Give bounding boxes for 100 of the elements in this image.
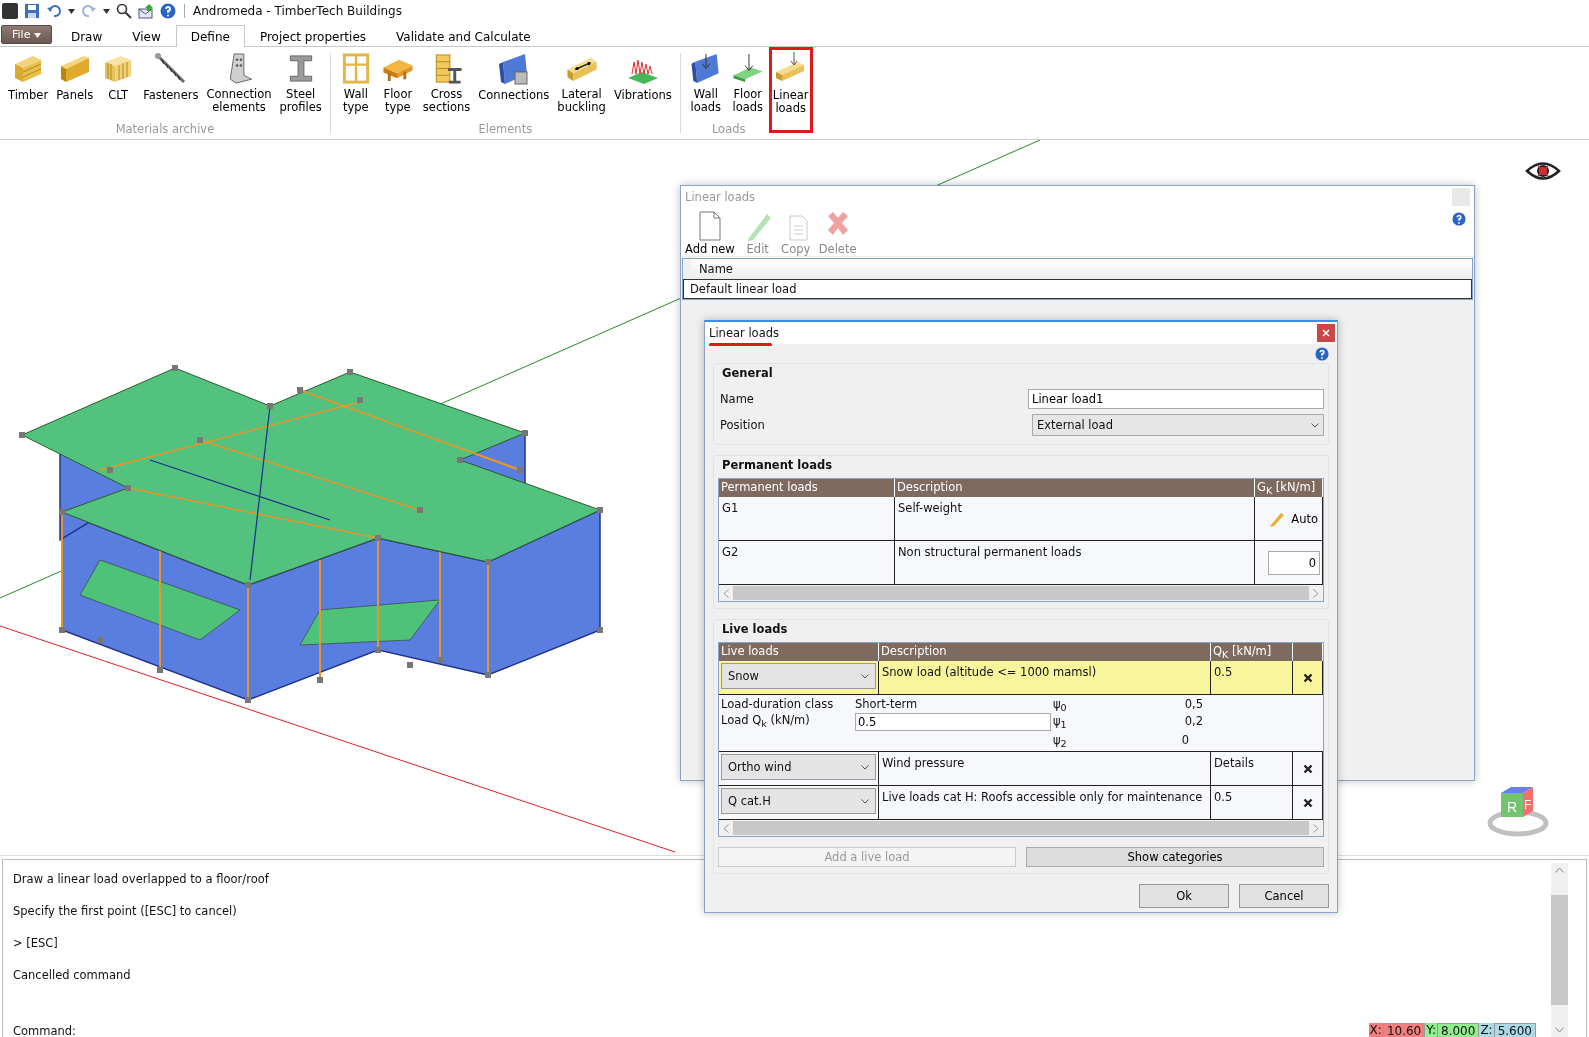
chevron-down-icon xyxy=(861,798,869,804)
command-log-line: > [ESC] xyxy=(13,936,58,952)
name-field[interactable]: Linear load1 xyxy=(1028,389,1324,409)
dropdown-arrow-icon xyxy=(33,33,41,38)
ribbon-button[interactable]: Fasteners xyxy=(139,47,203,117)
ribbon-button[interactable]: Connections xyxy=(474,47,554,117)
cube-face-label: F xyxy=(1524,798,1532,812)
coordinate-label: X: xyxy=(1368,1023,1383,1037)
screw-icon xyxy=(153,52,188,86)
coefficient-label: ψ$_{2}$ xyxy=(1053,733,1067,750)
save-icon[interactable] xyxy=(24,3,40,19)
close-button[interactable] xyxy=(1317,324,1335,342)
close-icon xyxy=(1302,797,1313,808)
ribbon-button[interactable]: Steel profiles xyxy=(275,47,326,117)
table-cell: 0.5 xyxy=(1211,786,1293,820)
table-cell: Non structural permanent loads xyxy=(895,541,1255,585)
ribbon-group-label: Loads xyxy=(711,122,746,138)
undo-icon[interactable] xyxy=(46,3,62,19)
value-field[interactable]: 0 xyxy=(1268,550,1320,575)
export-icon[interactable] xyxy=(138,3,154,19)
dialog-title: Linear loads xyxy=(685,190,755,204)
load-type-dropdown[interactable]: Ortho wind xyxy=(721,754,876,780)
table-cell: G1 xyxy=(719,497,895,541)
ribbon-button[interactable]: Vibrations xyxy=(609,47,676,117)
command-prompt: Command: xyxy=(13,1024,76,1037)
ribbon-button[interactable]: Floor type xyxy=(376,47,419,117)
list-row[interactable]: Default linear load xyxy=(683,279,1472,299)
ribbon-button[interactable]: Lateral buckling xyxy=(553,47,610,117)
ribbon-button[interactable]: Linear loads xyxy=(768,47,813,133)
detail-value: Short-term xyxy=(855,697,919,711)
search-icon[interactable] xyxy=(116,3,132,19)
coefficient-value: 0,5 xyxy=(1184,697,1203,713)
load-field[interactable]: 0.5 xyxy=(855,713,1051,731)
ribbon-button[interactable]: Wall type xyxy=(334,47,377,117)
ribbon-button[interactable]: Cross sections xyxy=(418,47,475,117)
load-type-dropdown[interactable]: Q cat.H xyxy=(721,788,876,814)
close-icon xyxy=(1302,672,1313,683)
column-header: Live loads xyxy=(719,643,879,661)
chevron-down-icon xyxy=(861,673,869,679)
group-title: Permanent loads xyxy=(721,458,833,474)
wall-connection-icon xyxy=(496,52,531,86)
command-log-line: Draw a linear load overlapped to a floor/roof xyxy=(13,872,269,888)
ribbon-button[interactable]: Wall loads xyxy=(684,47,727,117)
ribbon-button[interactable]: CLT xyxy=(97,47,140,117)
column-header: Permanent loads xyxy=(719,479,895,497)
dropdown-arrow-icon[interactable] xyxy=(103,8,110,14)
ribbon-button[interactable]: Panels xyxy=(52,47,98,117)
help-icon[interactable] xyxy=(1315,347,1329,361)
table-cell: Self-weight xyxy=(895,497,1255,541)
coefficient-value: 0,2 xyxy=(1184,714,1203,730)
dialog-button[interactable]: Ok xyxy=(1139,884,1229,908)
help-icon[interactable] xyxy=(160,3,176,19)
close-icon xyxy=(1302,763,1313,774)
chevron-down-icon xyxy=(861,764,869,770)
ribbon-group-label: Elements xyxy=(478,122,533,138)
coefficient-value: 0 xyxy=(1181,733,1189,749)
position-dropdown[interactable]: External load xyxy=(1032,414,1324,436)
table-cell: G2 xyxy=(719,541,895,585)
load-type-dropdown[interactable]: Snow xyxy=(721,663,876,689)
coefficient-label: ψ$_{1}$ xyxy=(1053,714,1067,731)
pencil-icon xyxy=(1269,510,1286,527)
ribbon-tab[interactable]: View xyxy=(117,25,176,47)
visibility-off-icon[interactable] xyxy=(1525,160,1561,182)
close-icon xyxy=(1322,329,1330,337)
table-cell: 0.5 xyxy=(1211,661,1293,695)
field-label: Position xyxy=(719,418,765,432)
column-header: Q$_{K}$ [kN/m] xyxy=(1211,643,1293,661)
dialog-title: Linear loads xyxy=(709,326,779,340)
floor-load-icon xyxy=(730,52,765,85)
coordinate-label: Z: xyxy=(1479,1023,1494,1037)
command-log-line: Cancelled command xyxy=(13,968,131,984)
coordinate-label: Y: xyxy=(1425,1023,1437,1037)
coefficient-label: ψ$_{0}$ xyxy=(1053,697,1067,714)
detail-label: Load Q$_{k}$ (kN/m) xyxy=(721,713,811,730)
ribbon-tab[interactable]: Define xyxy=(175,25,245,47)
scroll-down-icon[interactable] xyxy=(1555,1027,1564,1033)
column-header: Description xyxy=(895,479,1255,497)
scrollbar[interactable] xyxy=(1551,863,1568,1037)
coordinate-value: 5.600 xyxy=(1493,1023,1536,1037)
scroll-up-icon[interactable] xyxy=(1555,867,1564,873)
coordinate-value: 10.60 xyxy=(1382,1023,1426,1037)
show-categories-button[interactable]: Show categories xyxy=(1026,847,1324,867)
table-cell: Live loads cat H: Roofs accessible only for maintenance xyxy=(879,786,1211,820)
ribbon-button[interactable]: Timber xyxy=(4,47,53,117)
command-log-line: Specify the first point ([ESC] to cancel) xyxy=(13,904,237,920)
ribbon-button[interactable]: Connection elements xyxy=(202,47,276,117)
field-label: Name xyxy=(719,392,754,406)
ribbon-tab[interactable]: Validate and Calculate xyxy=(381,25,546,47)
ribbon-tab[interactable]: Draw xyxy=(55,25,118,47)
toolbar-button[interactable]: Add new xyxy=(683,210,737,256)
cube-face-label: R xyxy=(1507,799,1518,815)
ribbon-tab[interactable]: Project properties xyxy=(244,25,381,47)
dialog-button[interactable]: Cancel xyxy=(1239,884,1329,908)
file-menu-button[interactable]: File xyxy=(1,25,52,44)
table-cell: Wind pressure xyxy=(879,752,1211,786)
column-header: Name xyxy=(683,259,1472,279)
ribbon-button[interactable]: Floor loads xyxy=(726,47,769,117)
column-header: Description xyxy=(879,643,1211,661)
chevron-down-icon xyxy=(1311,422,1319,428)
dropdown-arrow-icon[interactable] xyxy=(68,8,75,14)
